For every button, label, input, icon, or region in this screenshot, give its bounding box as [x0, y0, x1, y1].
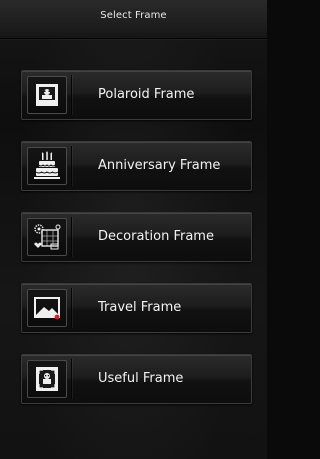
useful-frame-label: Useful Frame: [98, 371, 184, 386]
useful-frame-icon: [27, 360, 67, 398]
travel-frame-button[interactable]: Travel Frame: [21, 283, 252, 333]
anniversary-frame-button[interactable]: Anniversary Frame: [21, 141, 252, 191]
decoration-frame-button[interactable]: Decoration Frame: [21, 212, 252, 262]
travel-photo-icon: [27, 289, 67, 327]
item-divider: [71, 359, 72, 399]
item-divider: [71, 288, 72, 328]
page-title: Select Frame: [100, 10, 167, 21]
decoration-frame-label: Decoration Frame: [98, 229, 214, 244]
travel-frame-label: Travel Frame: [98, 300, 182, 315]
polaroid-frame-label: Polaroid Frame: [98, 87, 195, 102]
item-divider: [71, 146, 72, 186]
title-bar: Select Frame: [0, 0, 267, 39]
item-divider: [71, 75, 72, 115]
item-divider: [71, 217, 72, 257]
polaroid-frame-icon: [27, 76, 67, 114]
birthday-cake-icon: [27, 147, 67, 185]
app-screen: Select Frame Polaroid Frame Anniversary …: [0, 0, 267, 459]
frame-menu: Polaroid Frame Anniversary Frame Decorat…: [21, 70, 252, 425]
anniversary-frame-label: Anniversary Frame: [98, 158, 221, 173]
polaroid-frame-button[interactable]: Polaroid Frame: [21, 70, 252, 120]
useful-frame-button[interactable]: Useful Frame: [21, 354, 252, 404]
decoration-frame-icon: [27, 218, 67, 256]
